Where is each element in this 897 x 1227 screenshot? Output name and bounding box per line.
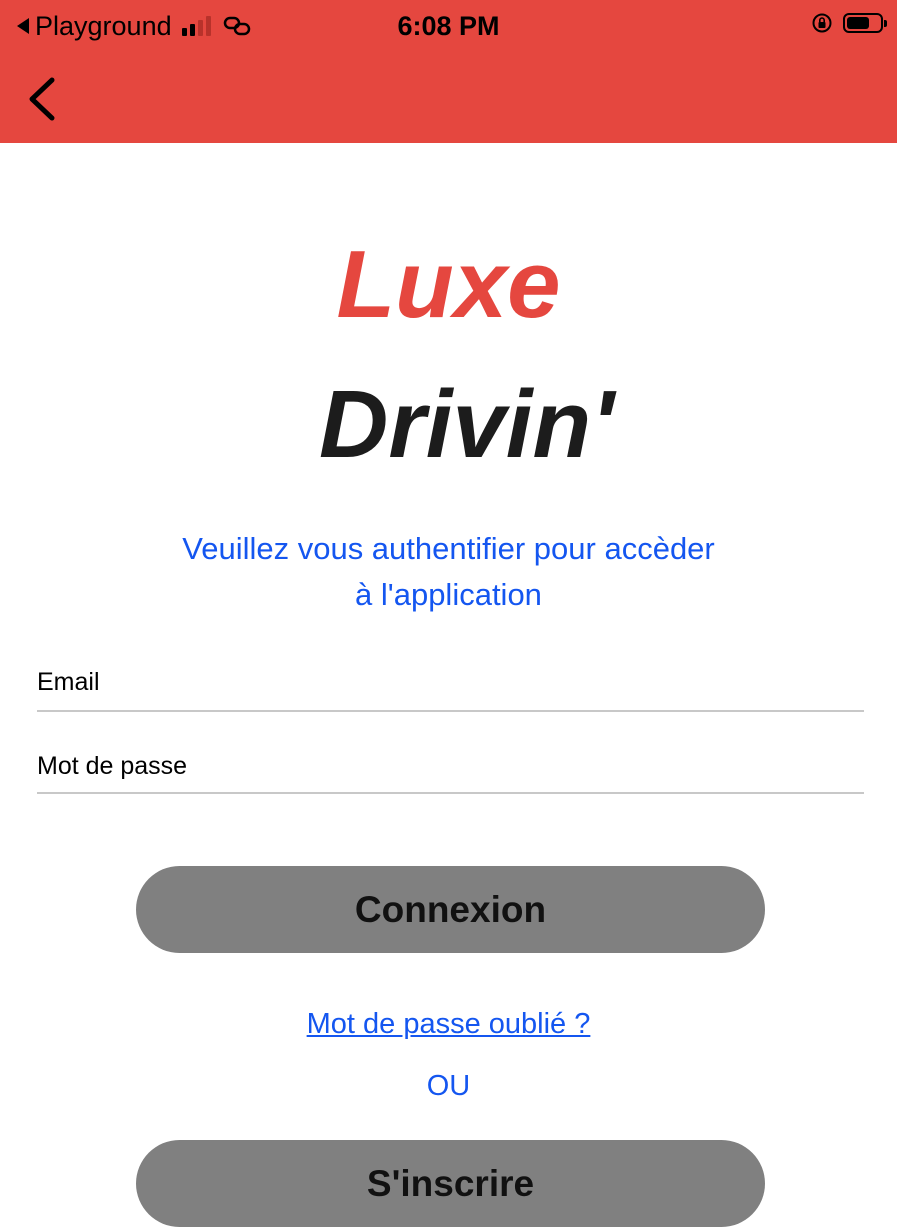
email-field-container <box>37 660 864 712</box>
app-header: Playground 6:08 PM <box>0 0 897 143</box>
status-right <box>811 12 887 34</box>
forgot-password-link[interactable]: Mot de passe oublié ? <box>0 1002 897 1046</box>
logo-drivin: Drivin' <box>319 371 614 478</box>
login-button[interactable]: Connexion <box>136 866 765 953</box>
or-separator: OU <box>426 1070 471 1102</box>
register-button[interactable]: S'inscrire <box>136 1140 765 1227</box>
email-field[interactable] <box>37 660 864 704</box>
battery-icon <box>843 13 887 33</box>
password-field[interactable] <box>37 744 864 788</box>
auth-subtitle: Veuillez vous authentifier pour accèder … <box>0 526 897 618</box>
subtitle-line1: Veuillez vous authentifier pour accèder <box>182 531 715 566</box>
orientation-lock-icon <box>812 13 832 33</box>
status-time: 6:08 PM <box>397 11 500 41</box>
subtitle-line2: à l'application <box>355 577 542 612</box>
password-field-container <box>37 744 864 794</box>
status-bar: Playground 6:08 PM <box>0 0 897 54</box>
logo-luxe: Luxe <box>336 231 561 338</box>
chevron-left-icon[interactable] <box>24 74 64 124</box>
